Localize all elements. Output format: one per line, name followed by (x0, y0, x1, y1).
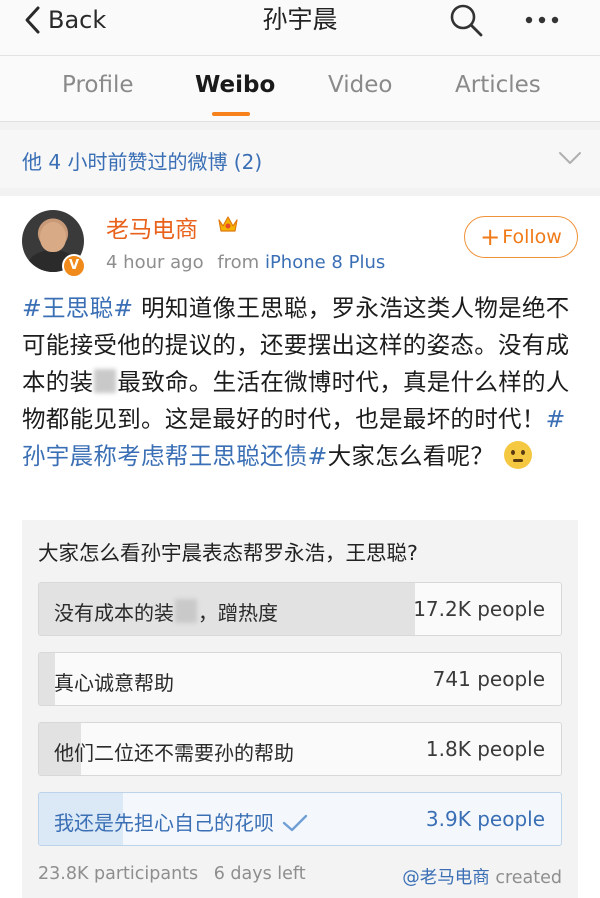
poll-option-count: 17.2K people (413, 597, 545, 621)
post-time: 4 hour ago (106, 252, 204, 273)
top-nav-bar: Back 孙宇晨 (0, 0, 600, 56)
poll-option-label: 没有成本的装 ，蹭热度 (54, 599, 278, 625)
avatar-face (40, 222, 66, 252)
post-device[interactable]: iPhone 8 Plus (265, 252, 385, 273)
back-label: Back (48, 6, 107, 34)
tab-profile[interactable]: Profile (62, 72, 134, 98)
poll-creator-link[interactable]: @老马电商 (402, 868, 490, 888)
poll-option-label: 我还是先担心自己的花呗 (54, 807, 308, 836)
poll-created-label: created (495, 868, 562, 888)
post-username[interactable]: 老马电商 (106, 210, 198, 244)
thinking-emoji-icon (504, 441, 533, 469)
poll-option-selected[interactable]: 我还是先担心自己的花呗 3.9K people (38, 792, 562, 846)
poll-footer: 23.8K participants 6 days left @老马电商 cre… (38, 864, 562, 888)
poll-option-count: 741 people (432, 667, 545, 691)
poll-option-label: 真心诚意帮助 (54, 671, 174, 695)
chevron-down-icon[interactable] (558, 150, 582, 166)
liked-posts-text: 他 4 小时前赞过的微博 (2) (22, 150, 263, 174)
crown-icon (218, 216, 238, 232)
blurred-text (94, 369, 117, 393)
follow-label: Follow (502, 226, 562, 248)
post-text: #王思聪# 明知道像王思聪，罗永浩这类人物是绝不可能接受他的提议的，还要摆出这样… (22, 290, 578, 475)
poll-option[interactable]: 他们二位还不需要孙的帮助 1.8K people (38, 722, 562, 776)
more-dots-icon[interactable] (522, 3, 562, 37)
poll: 大家怎么看孙宇晨表态帮罗永浩，王思聪? 没有成本的装 ，蹭热度 17.2K peo… (22, 520, 578, 898)
tab-articles[interactable]: Articles (455, 72, 541, 98)
search-icon[interactable] (448, 2, 484, 38)
liked-posts-banner[interactable]: 他 4 小时前赞过的微博 (2) (0, 130, 600, 188)
back-button[interactable]: Back (22, 0, 106, 40)
hashtag-link[interactable]: #王思聪# (22, 294, 133, 322)
tab-weibo[interactable]: Weibo (195, 72, 275, 98)
poll-participants: 23.8K participants (38, 864, 199, 884)
follow-button[interactable]: + Follow (464, 216, 578, 258)
poll-option-count: 1.8K people (425, 737, 545, 761)
checkmark-icon (282, 814, 308, 832)
poll-question: 大家怎么看孙宇晨表态帮罗永浩，王思聪? (38, 541, 418, 565)
poll-days-left: 6 days left (213, 864, 306, 884)
plus-icon: + (480, 223, 501, 251)
blurred-text (175, 599, 197, 623)
post-card: V 老马电商 4 hour ago from iPhone 8 Plus + F… (0, 196, 600, 898)
poll-option-count: 3.9K people (425, 807, 545, 831)
poll-option[interactable]: 真心诚意帮助 741 people (38, 652, 562, 706)
post-from-label: from (217, 252, 260, 273)
active-tab-indicator (212, 112, 250, 116)
profile-tabs: Profile Weibo Video Articles (0, 56, 600, 122)
poll-option-label: 他们二位还不需要孙的帮助 (54, 741, 294, 765)
post-text-part: 大家怎么看呢？ (327, 442, 495, 470)
chevron-left-icon (25, 6, 40, 34)
poll-option[interactable]: 没有成本的装 ，蹭热度 17.2K people (38, 582, 562, 636)
post-meta: 4 hour ago from iPhone 8 Plus (106, 252, 385, 273)
poll-creator: @老马电商 created (402, 864, 562, 889)
verified-v-icon: V (62, 254, 86, 278)
tab-video[interactable]: Video (328, 72, 392, 98)
poll-option-bar (39, 653, 55, 705)
